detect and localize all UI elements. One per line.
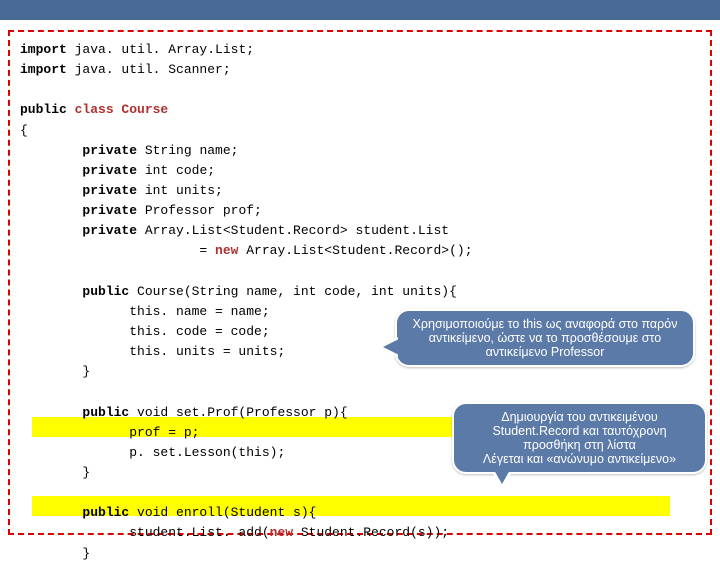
code-text: this. units = units; xyxy=(20,344,285,359)
code-text: this. name = name; xyxy=(20,304,270,319)
code-text: Array.List<Student.Record> student.List xyxy=(137,223,449,238)
code-text: student.List. add( xyxy=(20,525,270,540)
code-text: = xyxy=(20,243,215,258)
callout-this-reference: Χρησιμοποιούμε το this ως αναφορά στο πα… xyxy=(395,309,695,367)
code-text: Course(String name, int code, int units)… xyxy=(129,284,457,299)
code-text: } xyxy=(20,465,90,480)
callout-text: Χρησιμοποιούμε το this ως αναφορά στο πα… xyxy=(413,317,678,359)
code-text: p. set.Lesson(this); xyxy=(20,445,285,460)
code-text: int code; xyxy=(137,163,215,178)
code-text: java. util. Array.List; xyxy=(67,42,254,57)
code-text: this. code = code; xyxy=(20,324,270,339)
code-text: Professor prof; xyxy=(137,203,262,218)
code-text: } xyxy=(20,364,90,379)
keyword-new: new xyxy=(270,525,293,540)
code-text: String name; xyxy=(137,143,238,158)
keyword-private: private xyxy=(20,223,137,238)
keyword-private: private xyxy=(20,163,137,178)
callout-text: Δημιουργία του αντικειμένου Student.Reco… xyxy=(483,410,676,466)
code-text: void enroll(Student s){ xyxy=(129,505,316,520)
keyword-private: private xyxy=(20,183,137,198)
code-text: void set.Prof(Professor p){ xyxy=(129,405,347,420)
code-text: } xyxy=(20,546,90,561)
keyword-public: public xyxy=(20,284,129,299)
keyword-public: public xyxy=(20,405,129,420)
callout-anonymous-object: Δημιουργία του αντικειμένου Student.Reco… xyxy=(452,402,707,474)
code-text: int units; xyxy=(137,183,223,198)
keyword-public: public xyxy=(20,102,67,117)
code-text: Array.List<Student.Record>(); xyxy=(238,243,472,258)
keyword-new: new xyxy=(215,243,238,258)
brace: { xyxy=(20,123,28,138)
keyword-private: private xyxy=(20,203,137,218)
keyword-import: import xyxy=(20,62,67,77)
class-decl: class Course xyxy=(67,102,168,117)
code-text: Student.Record(s)); xyxy=(293,525,449,540)
keyword-private: private xyxy=(20,143,137,158)
code-block: import java. util. Array.List; import ja… xyxy=(20,40,700,564)
code-text: java. util. Scanner; xyxy=(67,62,231,77)
keyword-public: public xyxy=(20,505,129,520)
keyword-import: import xyxy=(20,42,67,57)
code-text: prof = p; xyxy=(20,425,199,440)
slide-top-bar xyxy=(0,0,720,20)
